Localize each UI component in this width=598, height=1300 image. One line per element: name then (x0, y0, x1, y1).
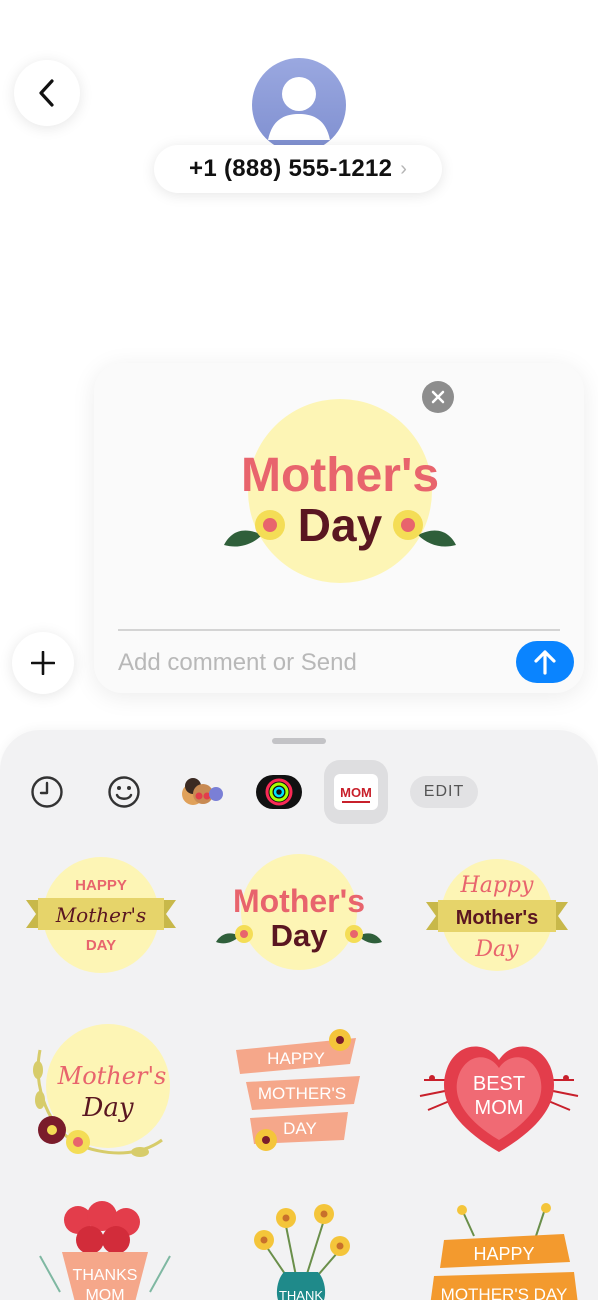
sticker-item[interactable]: HAPPY MOTHER'S DAY (220, 1020, 390, 1170)
person-icon (268, 77, 330, 140)
sticker-text-line2: Day (298, 499, 383, 551)
contact-avatar[interactable] (252, 58, 346, 152)
mom-sticker-pack-icon: MOM (334, 774, 378, 810)
sticker-drawer: MOM EDIT HAPPY Mother's DAY Mother's Day (0, 730, 598, 1300)
svg-text:HAPPY: HAPPY (473, 1244, 534, 1264)
send-button[interactable] (516, 641, 574, 683)
sticker-item[interactable]: THANKS MOM (30, 1196, 200, 1300)
svg-text:HAPPY: HAPPY (267, 1049, 325, 1068)
chevron-right-icon: › (400, 158, 407, 180)
memoji-icon (182, 778, 223, 805)
sticker-item[interactable]: HAPPY MOTHER'S DAY (424, 1196, 594, 1300)
activity-rings-icon (256, 775, 302, 809)
clock-icon (31, 776, 63, 808)
tab-activity[interactable] (247, 760, 311, 824)
sticker-item[interactable]: HAPPY Mother's DAY (16, 850, 186, 1000)
comment-input[interactable] (118, 645, 498, 681)
svg-text:Day: Day (474, 937, 519, 962)
chevron-left-icon (39, 79, 54, 107)
svg-text:Mother's: Mother's (55, 903, 147, 927)
smiley-icon (108, 776, 140, 808)
svg-text:DAY: DAY (86, 937, 116, 954)
svg-text:HAPPY: HAPPY (75, 877, 127, 894)
svg-text:MOM: MOM (475, 1097, 524, 1119)
svg-text:THANKS: THANKS (73, 1267, 138, 1284)
svg-text:Mother's: Mother's (456, 907, 539, 929)
compose-card: Mother's Day (94, 363, 584, 693)
svg-text:Happy: Happy (460, 873, 534, 898)
svg-text:BEST: BEST (473, 1073, 525, 1095)
svg-text:Mother's: Mother's (233, 883, 365, 919)
add-button[interactable] (12, 632, 74, 694)
close-icon (431, 390, 445, 404)
svg-text:Mother's: Mother's (57, 1062, 167, 1090)
contact-name: +1 (888) 555-1212 (189, 155, 393, 182)
remove-sticker-button[interactable] (422, 381, 454, 413)
svg-text:THANK: THANK (279, 1288, 323, 1300)
sticker-item[interactable]: BEST MOM (414, 1020, 584, 1170)
sticker-item[interactable]: Happy Mother's Day (412, 850, 582, 1000)
sticker-text-line1: Mother's (241, 449, 439, 502)
contact-name-pill[interactable]: +1 (888) 555-1212 › (154, 145, 442, 193)
tab-recents[interactable] (15, 760, 79, 824)
sticker-item[interactable]: Mother's Day (16, 1020, 186, 1170)
compose-divider (118, 629, 560, 631)
svg-text:MOM: MOM (340, 785, 372, 800)
sticker-item[interactable]: THANK (226, 1196, 396, 1300)
tab-emoji[interactable] (92, 760, 156, 824)
edit-button[interactable]: EDIT (410, 776, 478, 808)
svg-text:Day: Day (271, 918, 329, 953)
plus-icon (31, 651, 55, 675)
svg-text:DAY: DAY (283, 1119, 317, 1138)
sticker-item[interactable]: Mother's Day (214, 850, 384, 1000)
drawer-grabber[interactable] (272, 738, 326, 744)
sticker-preview[interactable]: Mother's Day (220, 399, 460, 589)
flower-icon (393, 510, 423, 540)
svg-text:MOTHER'S DAY: MOTHER'S DAY (441, 1285, 568, 1300)
svg-text:MOM: MOM (85, 1287, 124, 1300)
tab-mom-stickers[interactable]: MOM (324, 760, 388, 824)
tab-memoji[interactable] (170, 760, 234, 824)
arrow-up-icon (534, 650, 556, 675)
svg-text:MOTHER'S: MOTHER'S (258, 1084, 346, 1103)
flower-icon (255, 510, 285, 540)
back-button[interactable] (14, 60, 80, 126)
svg-text:Day: Day (81, 1093, 133, 1123)
